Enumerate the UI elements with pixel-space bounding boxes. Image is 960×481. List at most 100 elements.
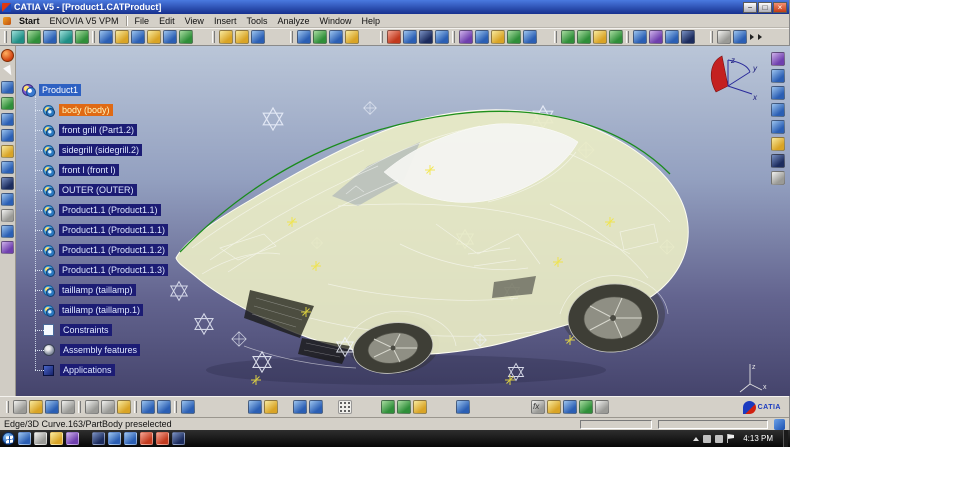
- print-icon[interactable]: [61, 400, 75, 414]
- replace-component-icon[interactable]: [163, 30, 177, 44]
- change-constraint-icon[interactable]: [649, 30, 663, 44]
- open-icon[interactable]: [29, 400, 43, 414]
- design-table-icon[interactable]: [309, 400, 323, 414]
- part-node-icon[interactable]: [42, 104, 56, 117]
- pinned-app-10[interactable]: [172, 432, 185, 445]
- tree-node-product1[interactable]: Product1: [22, 80, 232, 100]
- toolbar-drag-handle[interactable]: [92, 31, 95, 43]
- measure-inertia-icon[interactable]: [413, 400, 427, 414]
- angle-constraint-icon[interactable]: [561, 30, 575, 44]
- existing-component-icon[interactable]: [147, 30, 161, 44]
- tree-node-label[interactable]: taillamp (taillamp): [59, 284, 136, 296]
- rules-icon[interactable]: [563, 400, 577, 414]
- toolbar-drag-handle[interactable]: [4, 31, 7, 43]
- annotation-icon[interactable]: [547, 400, 561, 414]
- tree-node-assembly-features[interactable]: Assembly features: [22, 340, 232, 360]
- catalog-icon[interactable]: [717, 30, 731, 44]
- multi-instantiation-icon[interactable]: [251, 30, 265, 44]
- media-player-icon[interactable]: [66, 432, 79, 445]
- measure-item-icon[interactable]: [397, 400, 411, 414]
- isometric-view-icon[interactable]: [771, 69, 785, 83]
- tree-node-label[interactable]: front l (front l): [59, 164, 119, 176]
- internet-explorer-icon[interactable]: [108, 432, 121, 445]
- assembly-features-node-icon[interactable]: [43, 344, 55, 356]
- tree-node-label[interactable]: Product1.1 (Product1.1): [59, 204, 161, 216]
- sectioning-icon[interactable]: [403, 30, 417, 44]
- swap-visible-icon[interactable]: [1, 193, 14, 206]
- menu-start[interactable]: Start: [14, 15, 45, 27]
- tree-node-label[interactable]: body (body): [59, 104, 113, 116]
- tree-node-label[interactable]: OUTER (OUTER): [59, 184, 137, 196]
- taskbar-clock[interactable]: 4:13 PM: [743, 434, 773, 443]
- tree-node-label[interactable]: front grill (Part1.2): [59, 124, 138, 136]
- select-arrow-icon[interactable]: [1, 65, 14, 78]
- hide-show-icon[interactable]: [1, 177, 14, 190]
- view-compass[interactable]: z y x: [710, 55, 758, 102]
- tree-node-label[interactable]: Applications: [60, 364, 115, 376]
- new-document-icon[interactable]: [13, 400, 27, 414]
- vpm-save-icon[interactable]: [43, 30, 57, 44]
- pinned-app-5[interactable]: [92, 432, 105, 445]
- tree-node-label[interactable]: Product1.1 (Product1.1.3): [59, 264, 169, 276]
- annotations-icon[interactable]: [733, 30, 747, 44]
- menu-tools[interactable]: Tools: [241, 15, 272, 27]
- tree-node-label[interactable]: taillamp (taillamp.1): [59, 304, 144, 316]
- fix-together-icon[interactable]: [593, 30, 607, 44]
- maximize-button[interactable]: [758, 1, 772, 13]
- isometric-cube-icon[interactable]: [456, 400, 470, 414]
- left-view-icon[interactable]: [771, 120, 785, 134]
- quick-constraint-icon[interactable]: [609, 30, 623, 44]
- applications-node-icon[interactable]: [43, 364, 54, 376]
- menu-insert[interactable]: Insert: [209, 15, 242, 27]
- part-node-icon[interactable]: [42, 164, 56, 177]
- toolbar-drag-handle[interactable]: [174, 401, 177, 413]
- normal-view-icon[interactable]: [1, 161, 14, 174]
- reuse-pattern-icon[interactable]: [665, 30, 679, 44]
- vpm-refresh-icon[interactable]: [75, 30, 89, 44]
- assembly-workbench-icon[interactable]: [1, 49, 14, 62]
- new-component-icon[interactable]: [99, 30, 113, 44]
- start-button[interactable]: [2, 432, 15, 445]
- menu-help[interactable]: Help: [357, 15, 386, 27]
- graph-tree-icon[interactable]: [179, 30, 193, 44]
- toolbar-overflow-chevron[interactable]: [758, 34, 762, 40]
- toolbar-drag-handle[interactable]: [212, 31, 215, 43]
- menu-enovia[interactable]: ENOVIA V5 VPM: [45, 15, 124, 27]
- vpm-open-icon[interactable]: [27, 30, 41, 44]
- volume-icon[interactable]: [715, 434, 724, 443]
- part-node-icon[interactable]: [42, 304, 56, 317]
- toolbar-drag-handle[interactable]: [626, 31, 629, 43]
- product-node-icon[interactable]: [22, 83, 36, 97]
- menu-edit[interactable]: Edit: [154, 15, 180, 27]
- tree-node-product1-1-2[interactable]: Product1.1 (Product1.1.2): [22, 240, 232, 260]
- toolbar-drag-handle[interactable]: [452, 31, 455, 43]
- product-node-icon[interactable]: [42, 264, 56, 277]
- tree-node-sidegrill[interactable]: sidegrill (sidegrill.2): [22, 140, 232, 160]
- copy-icon[interactable]: [101, 400, 115, 414]
- minimize-button[interactable]: [743, 1, 757, 13]
- grid-icon[interactable]: [338, 400, 352, 414]
- tree-node-label[interactable]: Product1: [39, 84, 82, 96]
- manipulate-icon[interactable]: [313, 30, 327, 44]
- redo-icon[interactable]: [157, 400, 171, 414]
- mail-icon[interactable]: [156, 432, 169, 445]
- product-node-icon[interactable]: [42, 204, 56, 217]
- action-center-icon[interactable]: [727, 434, 735, 443]
- top-view-icon[interactable]: [771, 103, 785, 117]
- menu-view[interactable]: View: [180, 15, 209, 27]
- part-node-icon[interactable]: [42, 144, 56, 157]
- part-node-icon[interactable]: [42, 124, 56, 137]
- pinned-app-2[interactable]: [34, 432, 47, 445]
- toolbar-drag-handle[interactable]: [6, 401, 9, 413]
- product-node-icon[interactable]: [42, 224, 56, 237]
- toolbar-drag-handle[interactable]: [554, 31, 557, 43]
- compass-tool-icon[interactable]: [1, 241, 14, 254]
- render-style-icon[interactable]: [771, 154, 785, 168]
- checks-icon[interactable]: [579, 400, 593, 414]
- save-icon[interactable]: [45, 400, 59, 414]
- menu-analyze[interactable]: Analyze: [272, 15, 314, 27]
- hyperlink-icon[interactable]: [248, 400, 262, 414]
- acrobat-icon[interactable]: [140, 432, 153, 445]
- cut-icon[interactable]: [85, 400, 99, 414]
- offset-constraint-icon[interactable]: [523, 30, 537, 44]
